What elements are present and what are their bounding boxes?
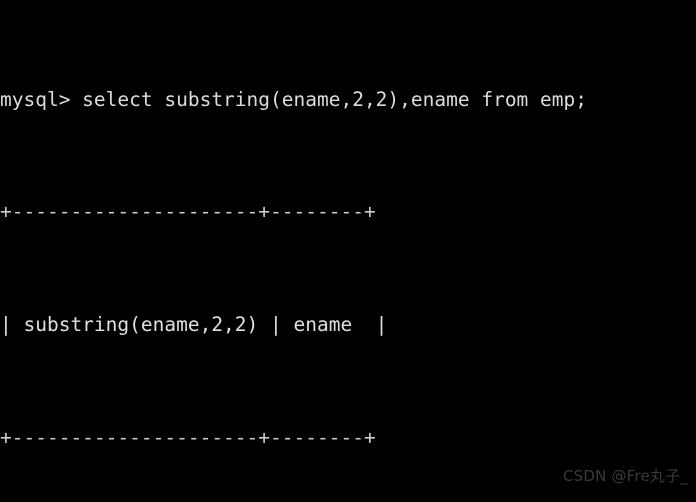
csdn-watermark: CSDN @Fre丸子_ — [562, 467, 688, 485]
table-border-header: +---------------------+--------+ — [0, 426, 376, 449]
terminal-output-area[interactable]: mysql> select substring(ename,2,2),ename… — [0, 0, 696, 502]
table-header-row: | substring(ename,2,2) | ename | — [0, 313, 388, 337]
table-border-top: +---------------------+--------+ — [0, 200, 376, 224]
mysql-prompt-line: mysql> select substring(ename,2,2),ename… — [0, 87, 587, 111]
